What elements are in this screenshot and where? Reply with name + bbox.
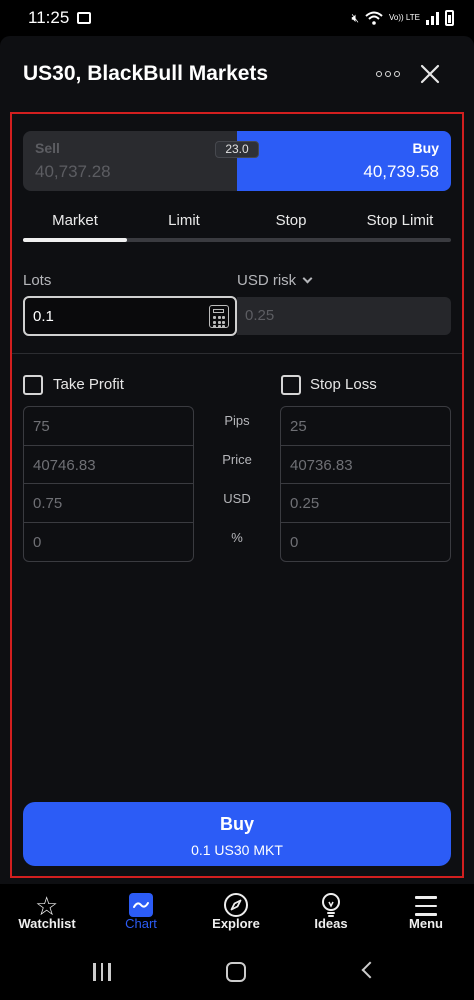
bottom-nav: ☆ Watchlist Chart Explore Ideas Menu xyxy=(0,884,474,946)
take-profit-fields: 75 40746.83 0.75 0 xyxy=(23,406,194,562)
buy-label: Buy xyxy=(412,140,439,156)
tab-market[interactable]: Market xyxy=(52,212,98,229)
sell-label: Sell xyxy=(35,140,60,156)
system-nav-bar xyxy=(0,946,474,1000)
stop-loss-pips-input[interactable]: 25 xyxy=(281,407,450,446)
nav-label: Explore xyxy=(212,916,260,931)
nav-ideas[interactable]: Ideas xyxy=(286,884,376,946)
sell-button[interactable]: Sell 40,737.28 xyxy=(23,131,237,191)
home-icon[interactable] xyxy=(226,962,246,982)
tab-stop-limit[interactable]: Stop Limit xyxy=(367,212,434,229)
image-notification-icon xyxy=(77,12,92,24)
nav-label: Chart xyxy=(125,916,157,931)
take-profit-percent-input[interactable]: 0 xyxy=(24,523,193,562)
divider xyxy=(12,353,462,354)
tab-indicator xyxy=(23,238,127,242)
stop-loss-label: Stop Loss xyxy=(310,376,377,393)
take-profit-price-input[interactable]: 40746.83 xyxy=(24,446,193,484)
chevron-down-icon xyxy=(302,273,313,284)
status-time: 11:25 xyxy=(28,8,70,27)
tab-indicator-track xyxy=(23,238,451,242)
usd-risk-input[interactable]: 0.25 xyxy=(237,297,451,335)
buy-order-button[interactable]: Buy 0.1 US30 MKT xyxy=(23,802,451,866)
nav-menu[interactable]: Menu xyxy=(381,884,471,946)
battery-icon xyxy=(445,10,454,26)
take-profit-usd-input[interactable]: 0.75 xyxy=(24,484,193,523)
price-label: Price xyxy=(222,452,252,467)
menu-icon xyxy=(415,896,437,922)
percent-label: % xyxy=(231,530,243,545)
nav-watchlist[interactable]: ☆ Watchlist xyxy=(2,884,92,946)
buy-button-subtitle: 0.1 US30 MKT xyxy=(191,842,283,858)
stop-loss-checkbox[interactable] xyxy=(281,375,301,395)
buy-button-title: Buy xyxy=(219,814,254,834)
usd-risk-dropdown[interactable]: USD risk xyxy=(237,272,313,289)
nav-chart[interactable]: Chart xyxy=(96,884,186,946)
compass-icon xyxy=(224,893,248,917)
back-icon[interactable] xyxy=(361,961,379,979)
take-profit-label: Take Profit xyxy=(53,376,124,393)
stop-loss-usd-input[interactable]: 0.25 xyxy=(281,484,450,523)
stop-loss-percent-input[interactable]: 0 xyxy=(281,523,450,562)
page-title: US30, BlackBull Markets xyxy=(23,62,269,85)
usd-risk-value: 0.25 xyxy=(245,307,275,324)
signal-icon xyxy=(426,11,439,25)
buy-side-button[interactable]: Buy 40,739.58 xyxy=(237,131,451,191)
stop-loss-price-input[interactable]: 40736.83 xyxy=(281,446,450,484)
close-icon[interactable] xyxy=(419,63,441,85)
usd-label: USD xyxy=(223,491,251,506)
wifi-icon xyxy=(365,11,383,25)
mute-icon: 🔇︎ xyxy=(351,10,360,25)
lots-input[interactable]: 0.1 xyxy=(23,296,237,336)
chart-icon xyxy=(129,893,153,917)
star-icon: ☆ xyxy=(35,891,59,921)
take-profit-checkbox[interactable] xyxy=(23,375,43,395)
stop-loss-fields: 25 40736.83 0.25 0 xyxy=(280,406,451,562)
nav-explore[interactable]: Explore xyxy=(191,884,281,946)
lots-value: 0.1 xyxy=(33,308,54,325)
usd-risk-label: USD risk xyxy=(237,272,297,289)
take-profit-pips-input[interactable]: 75 xyxy=(24,407,193,446)
sell-price: 40,737.28 xyxy=(35,162,111,181)
recents-icon[interactable] xyxy=(93,963,113,981)
nav-label: Ideas xyxy=(314,916,348,931)
status-icons: 🔇︎ Vo)) LTE xyxy=(351,10,454,26)
tab-stop[interactable]: Stop xyxy=(276,212,307,229)
pips-label: Pips xyxy=(224,413,250,428)
more-options-icon[interactable] xyxy=(376,71,400,77)
status-bar: 11:25 🔇︎ Vo)) LTE xyxy=(0,0,474,36)
lightbulb-icon xyxy=(322,893,340,917)
calculator-icon[interactable] xyxy=(209,305,229,328)
tab-limit[interactable]: Limit xyxy=(168,212,200,229)
quote-panel: Sell 40,737.28 Buy 40,739.58 xyxy=(23,131,451,191)
lte-icon: Vo)) LTE xyxy=(389,13,420,22)
lots-label: Lots xyxy=(23,272,52,289)
buy-price: 40,739.58 xyxy=(363,162,439,181)
order-type-tabs: Market Limit Stop Stop Limit xyxy=(23,212,451,232)
spread-badge: 23.0 xyxy=(215,141,259,158)
